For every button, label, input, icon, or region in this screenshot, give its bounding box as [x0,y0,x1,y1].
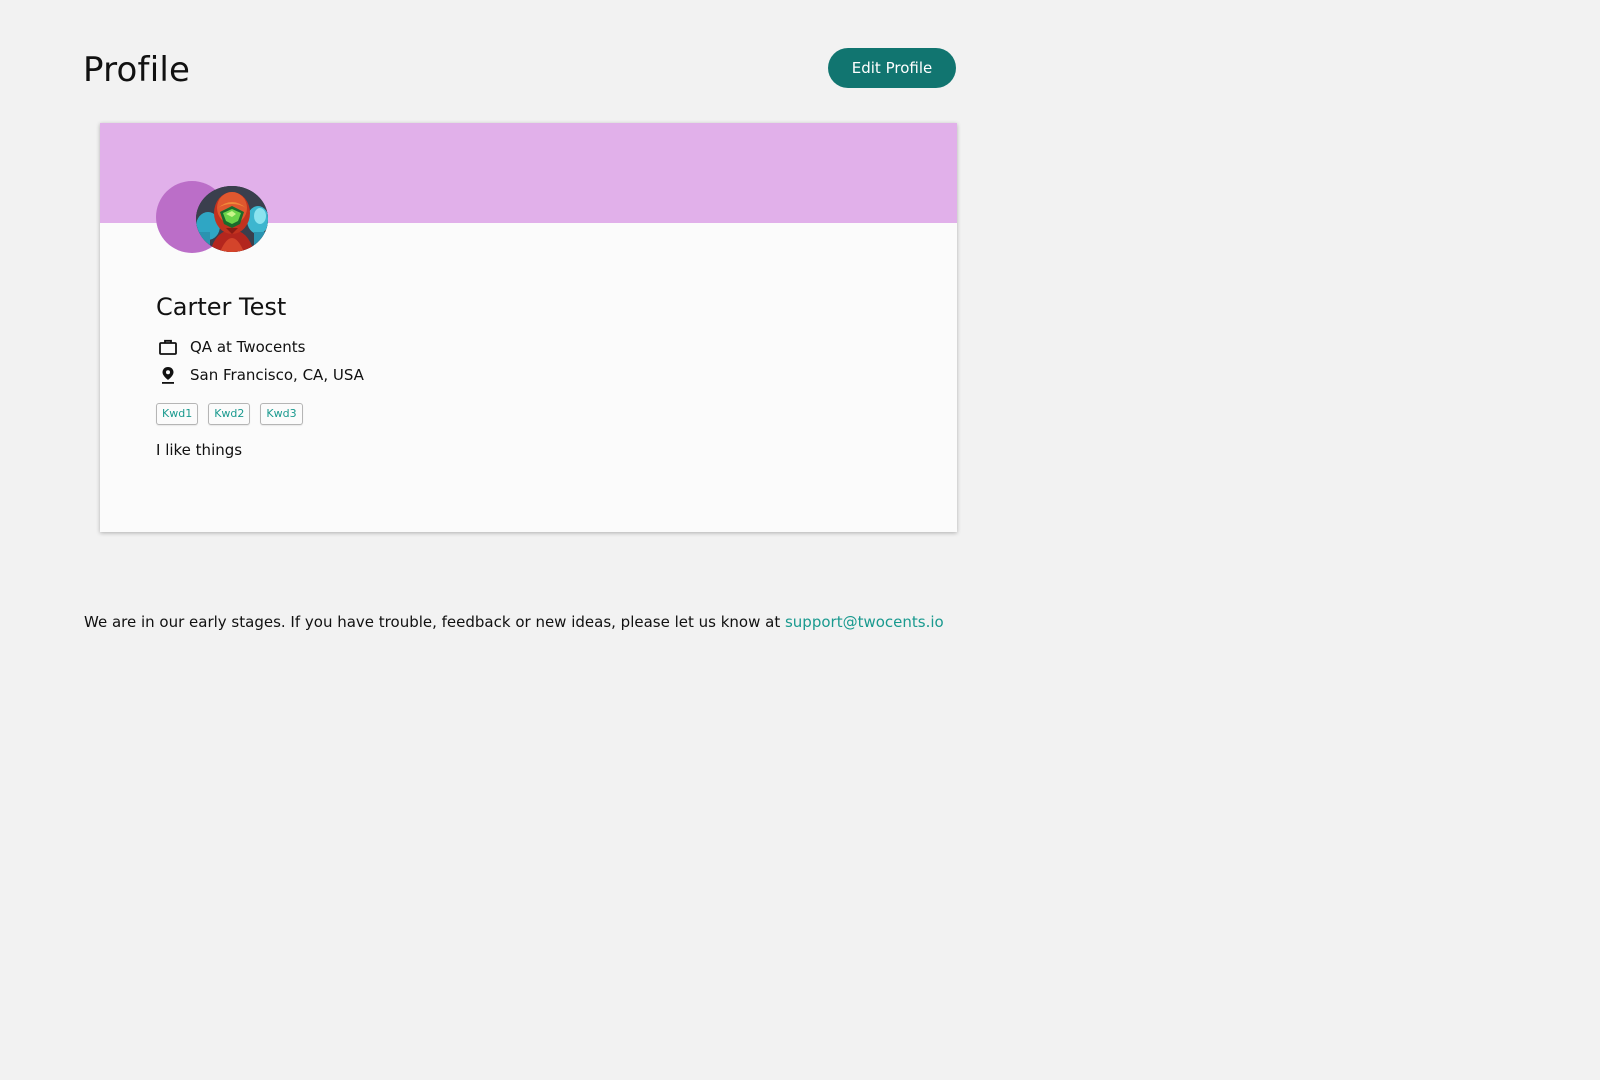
page-title: Profile [83,50,191,90]
location-pin-icon [156,363,180,387]
footer-message: We are in our early stages. If you have … [84,613,785,631]
footer-note: We are in our early stages. If you have … [84,613,944,631]
job-row: QA at Twocents [156,335,305,359]
keyword-chip: Kwd3 [260,403,303,425]
location-row: San Francisco, CA, USA [156,363,364,387]
keyword-chip: Kwd1 [156,403,199,425]
job-text: QA at Twocents [190,338,306,356]
support-email-link[interactable]: support@twocents.io [785,613,944,631]
armored-helmet-avatar-icon [196,186,268,252]
profile-name: Carter Test [156,293,287,321]
edit-profile-button[interactable]: Edit Profile [828,48,956,88]
profile-bio: I like things [156,441,243,459]
avatar [196,186,268,252]
keyword-chip: Kwd2 [208,403,251,425]
location-text: San Francisco, CA, USA [190,366,364,384]
briefcase-icon [156,335,180,359]
keyword-list: Kwd1 Kwd2 Kwd3 [156,403,313,425]
profile-card: Carter Test QA at Twocents San Francisco… [100,123,957,532]
